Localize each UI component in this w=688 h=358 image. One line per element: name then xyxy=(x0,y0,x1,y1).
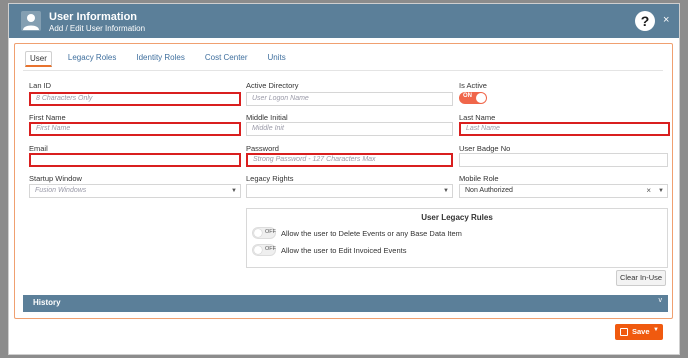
edit-invoiced-events-toggle[interactable]: OFF xyxy=(252,244,276,256)
mobile-role-select[interactable]: Non Authorized × ▼ xyxy=(459,184,668,198)
toggle-knob xyxy=(254,246,262,254)
is-active-toggle-text: ON xyxy=(463,93,472,99)
legacy-rights-select[interactable]: ▼ xyxy=(246,184,453,198)
email-label: Email xyxy=(29,144,48,153)
save-icon xyxy=(620,328,628,336)
user-badge-no-input[interactable] xyxy=(459,153,668,167)
lan-id-label: Lan ID xyxy=(29,81,52,90)
startup-window-select[interactable]: Fusion Windows ▼ xyxy=(29,184,241,198)
toggle-knob xyxy=(254,229,262,237)
chevron-down-icon: ▼ xyxy=(443,188,449,194)
tab-legacy-roles[interactable]: Legacy Roles xyxy=(64,51,120,67)
last-name-input[interactable]: Last Name xyxy=(459,122,670,136)
toggle-off-text: OFF xyxy=(265,246,276,252)
startup-window-label: Startup Window xyxy=(29,174,82,183)
user-legacy-rules-panel: User Legacy Rules OFF Allow the user to … xyxy=(246,208,668,268)
delete-events-toggle[interactable]: OFF xyxy=(252,227,276,239)
tab-identity-roles[interactable]: Identity Roles xyxy=(132,51,188,67)
password-input[interactable]: Strong Password - 127 Characters Max xyxy=(246,153,453,167)
history-section-header[interactable]: History v xyxy=(23,295,668,312)
save-label: Save xyxy=(632,327,650,336)
tab-cost-center[interactable]: Cost Center xyxy=(201,51,252,67)
edit-invoiced-events-rule-text: Allow the user to Edit Invoiced Events xyxy=(281,246,407,255)
active-directory-input[interactable]: User Logon Name xyxy=(246,92,453,106)
user-badge-no-label: User Badge No xyxy=(459,144,511,153)
delete-events-rule-text: Allow the user to Delete Events or any B… xyxy=(281,229,462,238)
password-label: Password xyxy=(246,144,279,153)
chevron-down-icon: v xyxy=(658,297,663,304)
history-label: History xyxy=(33,298,61,307)
dialog-header: User Information Add / Edit User Informa… xyxy=(9,4,679,38)
is-active-toggle[interactable]: ON xyxy=(459,92,487,104)
user-avatar-icon xyxy=(21,11,41,31)
dialog-title: User Information xyxy=(49,11,138,23)
tab-user[interactable]: User xyxy=(25,51,52,67)
save-dropdown-icon[interactable]: ▼ xyxy=(653,327,659,333)
save-button[interactable]: Save ▼ xyxy=(615,324,663,340)
is-active-label: Is Active xyxy=(459,81,487,90)
tab-divider xyxy=(23,70,663,71)
mobile-role-value: Non Authorized xyxy=(465,187,513,194)
lan-id-input[interactable]: 8 Characters Only xyxy=(29,92,241,106)
user-information-dialog: User Information Add / Edit User Informa… xyxy=(8,3,680,355)
chevron-down-icon: ▼ xyxy=(231,188,237,194)
first-name-label: First Name xyxy=(29,113,66,122)
last-name-label: Last Name xyxy=(459,113,496,122)
middle-initial-label: Middle Initial xyxy=(246,113,288,122)
mobile-role-label: Mobile Role xyxy=(459,174,499,183)
middle-initial-input[interactable]: Middle Init xyxy=(246,122,453,136)
clear-icon[interactable]: × xyxy=(646,185,651,197)
dialog-subtitle: Add / Edit User Information xyxy=(49,24,146,33)
tab-units[interactable]: Units xyxy=(264,51,290,67)
legacy-rights-label: Legacy Rights xyxy=(246,174,294,183)
active-directory-label: Active Directory xyxy=(246,81,299,90)
chevron-down-icon: ▼ xyxy=(658,188,664,194)
close-icon[interactable]: × xyxy=(663,14,669,26)
help-icon[interactable]: ? xyxy=(635,11,655,31)
toggle-off-text: OFF xyxy=(265,229,276,235)
toggle-knob xyxy=(476,93,486,103)
email-input[interactable] xyxy=(29,153,241,167)
user-form-panel: User Legacy Roles Identity Roles Cost Ce… xyxy=(14,43,673,319)
first-name-input[interactable]: First Name xyxy=(29,122,241,136)
user-legacy-rules-title: User Legacy Rules xyxy=(421,213,493,222)
tab-bar: User Legacy Roles Identity Roles Cost Ce… xyxy=(25,51,302,67)
clear-in-use-button[interactable]: Clear In-Use xyxy=(616,270,666,286)
startup-window-value: Fusion Windows xyxy=(35,187,87,194)
